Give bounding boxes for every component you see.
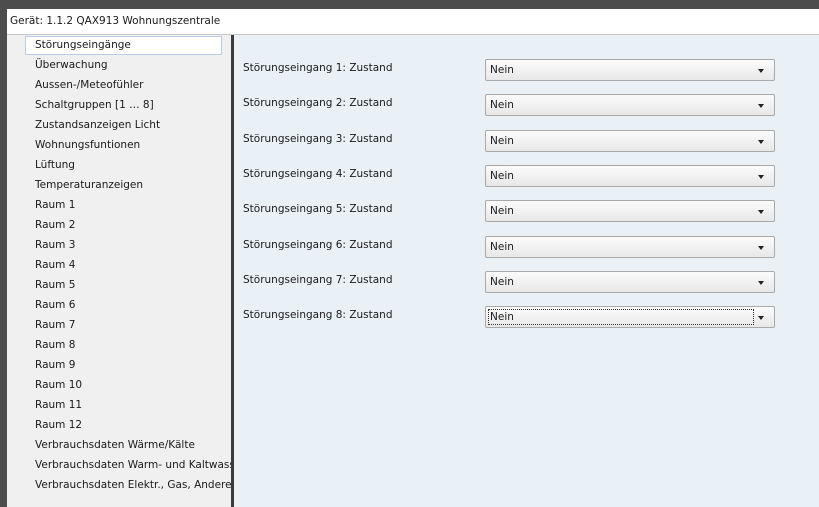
sidebar-item-18[interactable]: Raum 10	[7, 375, 231, 395]
sidebar-item-2[interactable]: Überwachung	[7, 55, 231, 75]
sidebar-item-label: Raum 10	[35, 379, 83, 391]
parameter-panel: Störungseingang 1: Zustand Nein Störungsei…	[234, 35, 819, 507]
sidebar-item-7[interactable]: Lüftung	[7, 155, 231, 175]
chevron-down-icon[interactable]	[758, 316, 764, 321]
select-value: Nein	[490, 134, 514, 147]
select-value: Nein	[490, 64, 514, 76]
sidebar-item-label: Störungseingänge	[25, 36, 222, 55]
sidebar-item-label: Raum 11	[35, 399, 83, 411]
focus-ring	[488, 309, 754, 326]
sidebar-item-11[interactable]: Raum 3	[7, 235, 231, 255]
sidebar-item-label: Raum 5	[35, 279, 76, 291]
sidebar-item-6[interactable]: Wohnungsfuntionen	[7, 135, 231, 155]
sidebar-item-label: Überwachung	[35, 59, 108, 71]
field-label-stoerungseingang-5: Störungseingang 5: Zustand	[243, 203, 393, 216]
field-label-stoerungseingang-4: Störungseingang 4: Zustand	[243, 167, 393, 180]
sidebar-item-label: Schaltgruppen [1 … 8]	[35, 99, 154, 111]
sidebar-item-label: Raum 6	[35, 299, 76, 311]
sidebar-item-17[interactable]: Raum 9	[7, 355, 231, 375]
sidebar-item-label: Zustandsanzeigen Licht	[35, 119, 161, 131]
sidebar-item-label: Raum 3	[35, 239, 76, 251]
sidebar-item-label: Raum 4	[35, 259, 76, 271]
field-label-stoerungseingang-3: Störungseingang 3: Zustand	[243, 132, 393, 145]
field-label-stoerungseingang-2: Störungseingang 2: Zustand	[243, 97, 393, 110]
sidebar-item-12[interactable]: Raum 4	[7, 255, 231, 275]
sidebar-item-15[interactable]: Raum 7	[7, 315, 231, 335]
sidebar-item-23[interactable]: Verbrauchsdaten Elektr., Gas, Andere	[7, 475, 231, 495]
chevron-down-icon[interactable]	[758, 174, 764, 179]
sidebar-item-label: Raum 1	[35, 199, 76, 211]
window-titlebar: Gerät: 1.1.2 QAX913 Wohnungszentrale	[7, 9, 819, 35]
select-value: Nein	[490, 169, 514, 182]
sidebar-item-label: Verbrauchsdaten Warm- und Kaltwass	[35, 459, 231, 471]
chevron-down-icon[interactable]	[758, 280, 764, 285]
sidebar-item-5[interactable]: Zustandsanzeigen Licht	[7, 115, 231, 135]
field-label-stoerungseingang-6: Störungseingang 6: Zustand	[243, 238, 393, 251]
stoerungseingang-7-select[interactable]: Nein	[485, 270, 775, 293]
chevron-down-icon[interactable]	[758, 139, 764, 144]
sidebar-item-label: Raum 12	[35, 419, 83, 431]
sidebar-item-21[interactable]: Verbrauchsdaten Wärme/Kälte	[7, 435, 231, 455]
device-parameter-window: Gerät: 1.1.2 QAX913 Wohnungszentrale Stö…	[0, 0, 819, 507]
sidebar-item-8[interactable]: Temperaturanzeigen	[7, 175, 231, 195]
field-label-stoerungseingang-8: Störungseingang 8: Zustand	[243, 309, 393, 322]
select-value: Nein	[490, 311, 514, 324]
sidebar-item-3[interactable]: Aussen-/Meteofühler	[7, 75, 231, 95]
sidebar-item-22[interactable]: Verbrauchsdaten Warm- und Kaltwass	[7, 455, 231, 475]
sidebar-item-label: Raum 8	[35, 339, 76, 351]
select-value: Nein	[490, 205, 514, 218]
chevron-down-icon[interactable]	[758, 245, 764, 250]
stoerungseingang-5-select[interactable]: Nein	[485, 200, 775, 223]
select-value: Nein	[490, 275, 514, 288]
select-value: Nein	[490, 240, 514, 253]
stoerungseingang-2-select[interactable]: Nein	[485, 94, 775, 117]
field-label-stoerungseingang-7: Störungseingang 7: Zustand	[243, 273, 393, 286]
sidebar-item-label: Wohnungsfuntionen	[35, 139, 141, 151]
sidebar-item-20[interactable]: Raum 12	[7, 415, 231, 435]
sidebar-item-label: Verbrauchsdaten Wärme/Kälte	[35, 439, 195, 451]
stoerungseingang-8-select[interactable]: Nein	[485, 306, 775, 329]
sidebar-item-19[interactable]: Raum 11	[7, 395, 231, 415]
sidebar-item-label: Verbrauchsdaten Elektr., Gas, Andere	[35, 479, 231, 491]
sidebar-item-14[interactable]: Raum 6	[7, 295, 231, 315]
chevron-down-icon[interactable]	[758, 104, 764, 109]
sidebar-item-10[interactable]: Raum 2	[7, 215, 231, 235]
stoerungseingang-4-select[interactable]: Nein	[485, 164, 775, 187]
select-value: Nein	[490, 99, 514, 112]
sidebar-item-16[interactable]: Raum 8	[7, 335, 231, 355]
field-label-stoerungseingang-1: Störungseingang 1: Zustand	[243, 62, 393, 74]
sidebar-item-label: Aussen-/Meteofühler	[35, 79, 144, 91]
sidebar-item-1[interactable]: Störungseingänge	[7, 35, 231, 55]
sidebar-item-label: Lüftung	[35, 159, 75, 171]
stoerungseingang-3-select[interactable]: Nein	[485, 129, 775, 152]
sidebar: Störungseingänge Überwachung Aussen-/Meteo…	[7, 35, 234, 507]
sidebar-item-4[interactable]: Schaltgruppen [1 … 8]	[7, 95, 231, 115]
sidebar-item-label: Raum 7	[35, 319, 76, 331]
sidebar-item-label: Raum 9	[35, 359, 76, 371]
chevron-down-icon[interactable]	[758, 210, 764, 215]
window-title: Gerät: 1.1.2 QAX913 Wohnungszentrale	[10, 15, 221, 27]
stoerungseingang-1-select[interactable]: Nein	[485, 59, 775, 81]
sidebar-item-13[interactable]: Raum 5	[7, 275, 231, 295]
sidebar-item-label: Temperaturanzeigen	[35, 179, 144, 191]
stoerungseingang-6-select[interactable]: Nein	[485, 235, 775, 258]
sidebar-item-9[interactable]: Raum 1	[7, 195, 231, 215]
chevron-down-icon[interactable]	[758, 69, 764, 73]
sidebar-item-label: Raum 2	[35, 219, 76, 231]
